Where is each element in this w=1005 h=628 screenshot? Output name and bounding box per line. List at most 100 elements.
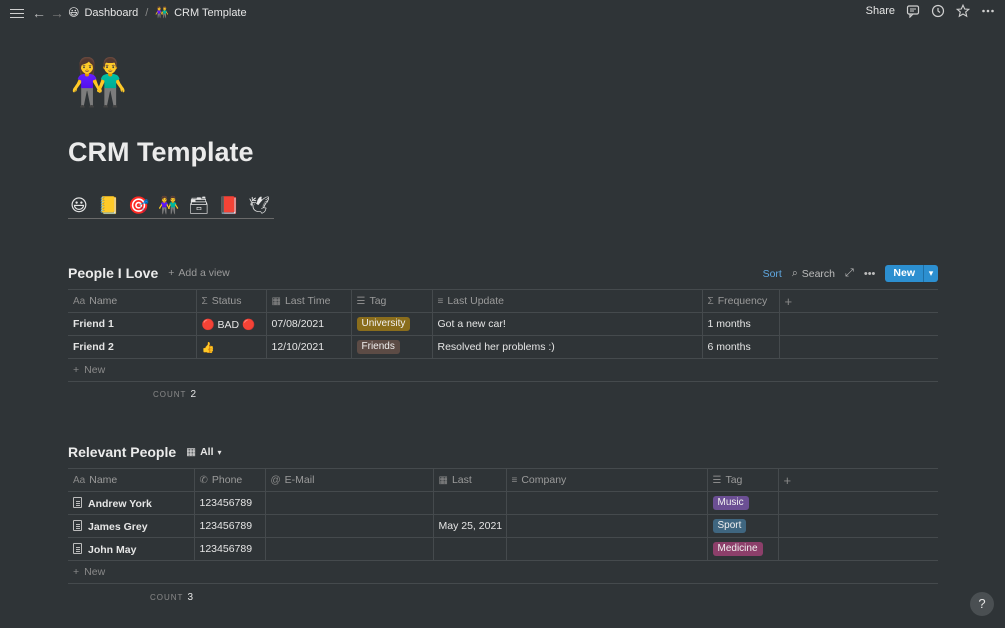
cell-frequency[interactable]: 6 months — [702, 335, 780, 359]
new-row-cell[interactable]: + New — [68, 560, 938, 584]
new-row-cell[interactable]: + New — [68, 358, 938, 382]
page-title[interactable]: CRM Template — [68, 137, 254, 168]
new-dropdown-chevron-icon[interactable]: ▾ — [923, 265, 938, 282]
history-clock-icon[interactable] — [931, 4, 945, 18]
table-row[interactable]: Andrew York 123456789 Music — [68, 491, 938, 515]
cell-phone[interactable]: 123456789 — [194, 537, 266, 561]
table-header-row: Aa Name Σ Status ▦ Last Time ☰ Tag ≡ Last Upd… — [68, 289, 938, 313]
column-header-status[interactable]: Σ Status — [196, 289, 267, 313]
name-text: Andrew York — [88, 497, 152, 510]
new-row-button[interactable]: + New — [68, 358, 938, 382]
share-button[interactable]: Share — [866, 5, 895, 17]
breadcrumb-dashboard[interactable]: Dashboard — [84, 7, 138, 19]
cell-tag[interactable]: Sport — [707, 514, 779, 538]
cell-name[interactable]: John May — [68, 537, 195, 561]
more-options-icon[interactable] — [981, 4, 995, 18]
view-selector[interactable]: ▦ All ▾ — [186, 446, 221, 458]
view-label: All — [200, 446, 214, 458]
cell-name[interactable]: Friend 2 — [68, 335, 197, 359]
add-property-button[interactable]: + — [779, 289, 938, 313]
table-row[interactable]: John May 123456789 Medicine — [68, 537, 938, 561]
new-button-label[interactable]: New — [885, 265, 923, 282]
comment-icon[interactable] — [906, 4, 920, 18]
count-label: COUNT — [150, 593, 184, 602]
relevant-people-header: Relevant People ▦ All ▾ — [68, 444, 222, 460]
emoji-link-book[interactable]: 📕 — [218, 194, 240, 218]
add-view-button[interactable]: + Add a view — [168, 267, 230, 279]
new-row-button[interactable]: + New — [68, 560, 938, 584]
cell-last[interactable]: May 25, 2021 — [433, 514, 507, 538]
help-button[interactable]: ? — [970, 592, 994, 616]
tag-badge: Music — [712, 496, 749, 510]
emoji-link-smile[interactable]: 😃 — [68, 194, 90, 218]
count-summary[interactable]: COUNT 2 — [153, 389, 196, 400]
people-i-love-title[interactable]: People I Love — [68, 265, 158, 281]
forward-arrow-icon[interactable]: → — [50, 4, 64, 22]
cell-status[interactable]: 👍 — [196, 335, 267, 359]
cell-company[interactable] — [506, 491, 708, 515]
emoji-link-card-box[interactable]: 🗃 — [188, 194, 210, 218]
cell-name[interactable]: James Grey — [68, 514, 195, 538]
cell-company[interactable] — [506, 537, 708, 561]
cell-last-update[interactable]: Resolved her problems :) — [432, 335, 703, 359]
column-header-tag[interactable]: ☰ Tag — [351, 289, 433, 313]
table-row[interactable]: Friend 1 🔴 BAD 🔴 07/08/2021 University G… — [68, 312, 938, 336]
cell-tag[interactable]: Friends — [351, 335, 433, 359]
column-header-email[interactable]: @ E-Mail — [265, 468, 434, 492]
column-header-tag[interactable]: ☰ Tag — [707, 468, 779, 492]
search-button[interactable]: ⌕ Search — [792, 267, 835, 280]
column-header-last[interactable]: ▦ Last — [433, 468, 507, 492]
cell-email[interactable] — [265, 514, 434, 538]
expand-icon[interactable]: ⤢ — [845, 267, 854, 280]
column-header-name[interactable]: Aa Name — [68, 468, 195, 492]
count-summary[interactable]: COUNT 3 — [150, 592, 193, 603]
column-header-frequency[interactable]: Σ Frequency — [702, 289, 780, 313]
table-row[interactable]: Friend 2 👍 12/10/2021 Friends Resolved h… — [68, 335, 938, 359]
cell-email[interactable] — [265, 537, 434, 561]
column-header-name[interactable]: Aa Name — [68, 289, 197, 313]
cell-name[interactable]: Friend 1 — [68, 312, 197, 336]
add-property-button[interactable]: + — [778, 468, 938, 492]
new-record-button[interactable]: New ▾ — [885, 265, 938, 282]
cell-phone[interactable]: 123456789 — [194, 491, 266, 515]
cell-frequency[interactable]: 1 months — [702, 312, 780, 336]
text-lines-property-icon: ≡ — [511, 475, 518, 486]
relevant-people-title[interactable]: Relevant People — [68, 444, 176, 460]
date-property-icon: ▦ — [271, 296, 281, 307]
column-header-last-update[interactable]: ≡ Last Update — [432, 289, 703, 313]
cell-last-time[interactable]: 12/10/2021 — [266, 335, 352, 359]
cell-status[interactable]: 🔴 BAD 🔴 — [196, 312, 267, 336]
cell-last[interactable] — [433, 491, 507, 515]
cell-last-time[interactable]: 07/08/2021 — [266, 312, 352, 336]
email-icon: @ — [270, 475, 281, 486]
emoji-link-dove[interactable]: 🕊 — [248, 194, 270, 218]
sort-button[interactable]: Sort — [763, 268, 782, 280]
cell-tag[interactable]: Music — [707, 491, 779, 515]
breadcrumb-crm-template[interactable]: CRM Template — [174, 7, 247, 19]
emoji-link-notebook[interactable]: 📒 — [98, 194, 120, 218]
column-header-phone[interactable]: ✆ Phone — [194, 468, 266, 492]
add-view-label: Add a view — [178, 267, 230, 279]
cell-tag[interactable]: Medicine — [707, 537, 779, 561]
database-more-icon[interactable]: ••• — [864, 268, 876, 280]
cell-phone[interactable]: 123456789 — [194, 514, 266, 538]
cell-last-update[interactable]: Got a new car! — [432, 312, 703, 336]
column-header-last-time[interactable]: ▦ Last Time — [266, 289, 352, 313]
cell-tag[interactable]: University — [351, 312, 433, 336]
menu-icon[interactable] — [10, 6, 24, 20]
cell-last[interactable] — [433, 537, 507, 561]
cell-email[interactable] — [265, 491, 434, 515]
emoji-link-couple[interactable]: 👫 — [158, 194, 180, 218]
cell-company[interactable] — [506, 514, 708, 538]
column-label: Tag — [369, 295, 387, 307]
tag-badge: Medicine — [712, 542, 763, 556]
back-arrow-icon[interactable]: ← — [32, 4, 46, 22]
table-row[interactable]: James Grey 123456789 May 25, 2021 Sport — [68, 514, 938, 538]
favorite-star-icon[interactable] — [956, 4, 970, 18]
column-header-company[interactable]: ≡ Company — [506, 468, 708, 492]
emoji-link-target[interactable]: 🎯 — [128, 194, 150, 218]
plus-icon: + — [73, 364, 80, 376]
page-icon[interactable]: 👫 — [70, 54, 127, 110]
column-label: Name — [89, 295, 118, 307]
cell-name[interactable]: Andrew York — [68, 491, 195, 515]
